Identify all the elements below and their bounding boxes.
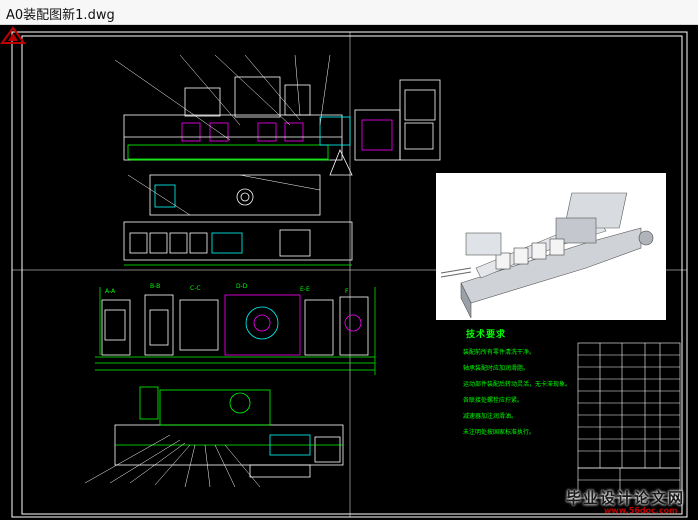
- window-title: A0装配图新1.dwg: [6, 8, 115, 23]
- bottom-front-view: [114, 386, 344, 478]
- watermark-logo-icon: [0, 26, 26, 44]
- note-item: 各联接处螺栓应拧紧。: [463, 397, 524, 404]
- bill-of-materials-table: [577, 342, 681, 499]
- svg-text:F: F: [345, 288, 349, 295]
- side-section-view: [127, 174, 321, 216]
- cad-drawing-canvas[interactable]: A-A B-B C-C D-D E-E F 技术要求 装配前所有零件清洗干净。 …: [0, 25, 698, 520]
- plan-view: [123, 221, 353, 266]
- section-views-row: [101, 294, 369, 356]
- leader-lines: [84, 434, 261, 488]
- note-item: 运动部件装配后转动灵活，无卡滞现象。: [463, 381, 572, 388]
- top-elevation-view: [114, 54, 441, 176]
- machine-render-icon: [440, 192, 654, 319]
- svg-text:D-D: D-D: [236, 283, 248, 290]
- technical-notes-title: 技术要求: [466, 330, 507, 340]
- watermark-url: www.56doc.com: [604, 506, 678, 515]
- 3d-model-render: [436, 173, 666, 320]
- section-labels: A-A B-B C-C D-D E-E F: [105, 283, 349, 295]
- svg-text:E-E: E-E: [300, 286, 310, 293]
- svg-text:A-A: A-A: [105, 288, 116, 295]
- note-item: 未注明处按国家标准执行。: [463, 429, 536, 436]
- svg-text:B-B: B-B: [150, 283, 160, 290]
- svg-text:C-C: C-C: [190, 285, 201, 292]
- watermark-text: 毕业设计论文网: [566, 489, 686, 507]
- note-item: 减速器加注润滑油。: [463, 413, 518, 420]
- note-item: 轴承装配时应加润滑脂。: [463, 365, 530, 372]
- note-item: 装配前所有零件清洗干净。: [463, 349, 536, 356]
- window-title-bar: A0装配图新1.dwg: [0, 0, 698, 25]
